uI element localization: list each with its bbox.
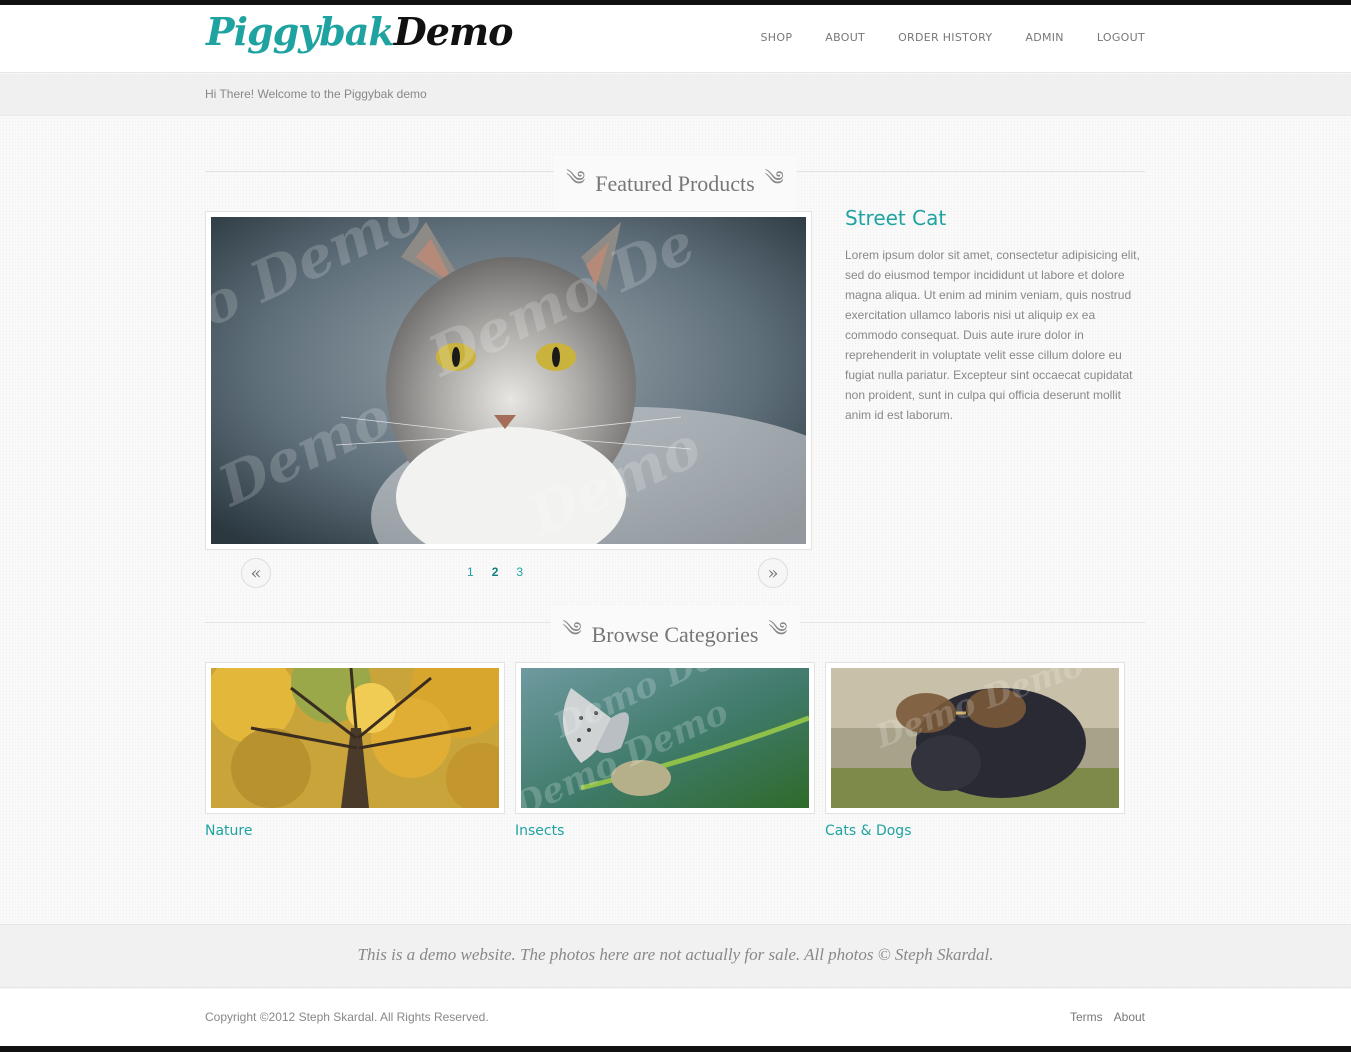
street-cat-image[interactable]: o Demo Demo De Demo Demo [189, 179, 891, 627]
featured-products-heading: ༄ Featured Products ༄ [205, 156, 1145, 212]
disclaimer-band: This is a demo website. The photos here … [0, 924, 1351, 988]
copyright-text: Copyright ©2012 Steph Skardal. All Right… [205, 1010, 489, 1024]
category-card-cats-dogs[interactable]: Demo Demo Cats & Dogs [825, 645, 1125, 839]
main-nav: SHOP ABOUT ORDER HISTORY ADMIN LOGOUT [761, 31, 1145, 44]
nav-order-history-link[interactable]: ORDER HISTORY [898, 31, 992, 44]
site-header: Piggybak Demo SHOP ABOUT ORDER HISTORY A… [0, 5, 1351, 73]
nav-shop-link[interactable]: SHOP [761, 31, 793, 44]
site-footer: Copyright ©2012 Steph Skardal. All Right… [0, 989, 1351, 1046]
flourish-left-icon: ༄ [562, 617, 582, 641]
category-label-insects[interactable]: Insects [515, 823, 815, 839]
slider-pagination: 1 2 3 [467, 565, 523, 579]
page-link-3[interactable]: 3 [516, 565, 523, 579]
logo-text-secondary: Demo [393, 9, 514, 54]
browse-categories-title: Browse Categories [591, 622, 759, 647]
page-link-1[interactable]: 1 [467, 565, 474, 579]
footer-links: Terms About [1070, 1010, 1145, 1024]
category-card-insects[interactable]: Demo Demo Demo Demo Insects [507, 612, 815, 839]
cats-dogs-image[interactable]: Demo Demo [831, 645, 1119, 808]
category-label-nature[interactable]: Nature [205, 823, 505, 839]
nav-logout-link[interactable]: LOGOUT [1097, 31, 1145, 44]
disclaimer-text: This is a demo website. The photos here … [357, 945, 994, 964]
flourish-right-icon: ༄ [768, 617, 788, 641]
logo-text-primary: Piggybak [206, 9, 395, 54]
site-logo[interactable]: Piggybak Demo [206, 9, 514, 69]
featured-product-slide[interactable]: o Demo Demo De Demo Demo [189, 179, 891, 627]
product-title-link[interactable]: Street Cat [845, 206, 946, 230]
insects-image[interactable]: Demo Demo Demo Demo [507, 612, 810, 827]
product-description: Lorem ipsum dolor sit amet, consectetur … [845, 248, 1140, 422]
footer-about-link[interactable]: About [1114, 1010, 1145, 1024]
browse-categories-heading: ༄ Browse Categories ༄ [205, 607, 1145, 663]
welcome-message: Hi There! Welcome to the Piggybak demo [205, 87, 427, 101]
footer-terms-link[interactable]: Terms [1070, 1010, 1103, 1024]
slider-prev-button[interactable]: « [241, 558, 271, 588]
bottom-border [0, 1046, 1351, 1052]
category-label-cats-dogs[interactable]: Cats & Dogs [825, 823, 1125, 839]
flourish-right-icon: ༄ [764, 166, 784, 190]
category-card-nature[interactable]: Nature [205, 638, 516, 839]
welcome-bar: Hi There! Welcome to the Piggybak demo [0, 74, 1351, 116]
nature-image[interactable] [206, 638, 516, 813]
featured-products-title: Featured Products [595, 171, 755, 196]
slider-next-button[interactable]: » [758, 558, 788, 588]
nav-admin-link[interactable]: ADMIN [1025, 31, 1063, 44]
page-link-2[interactable]: 2 [492, 565, 499, 579]
flourish-left-icon: ༄ [566, 166, 586, 190]
nav-about-link[interactable]: ABOUT [825, 31, 865, 44]
